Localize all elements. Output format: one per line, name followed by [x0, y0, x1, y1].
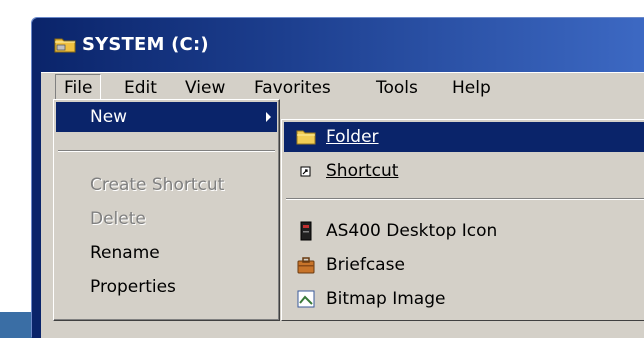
briefcase-icon [297, 257, 315, 274]
submenu-item-shortcut[interactable]: Shortcut [284, 156, 644, 186]
menu-file[interactable]: File [55, 74, 102, 102]
submenu-item-briefcase[interactable]: Briefcase [284, 250, 644, 280]
submenu-item-as400[interactable]: AS400 Desktop Icon [284, 216, 644, 246]
folder-icon [54, 38, 76, 53]
submenu-item-bitmap-label: Bitmap Image [326, 289, 446, 309]
menu-item-delete[interactable]: Delete [56, 204, 277, 234]
bitmap-image-icon [297, 290, 315, 308]
menu-tools[interactable]: Tools [368, 75, 426, 101]
menu-item-rename[interactable]: Rename [56, 238, 277, 268]
menu-item-new-label: New [90, 107, 128, 127]
submenu-separator [286, 198, 644, 200]
submenu-item-as400-label: AS400 Desktop Icon [326, 221, 498, 241]
menu-item-properties-label: Properties [90, 277, 176, 297]
submenu-arrow-icon [266, 112, 271, 122]
menu-view[interactable]: View [177, 75, 233, 101]
submenu-item-bitmap[interactable]: Bitmap Image [284, 284, 644, 314]
menu-item-delete-label: Delete [90, 209, 146, 229]
menu-item-create-shortcut[interactable]: Create Shortcut [56, 170, 277, 200]
title-bar[interactable]: SYSTEM (C:) [32, 18, 644, 72]
as400-terminal-icon [300, 221, 312, 241]
new-submenu: Folder Shortcut AS400 Desktop Icon Brief… [281, 119, 644, 321]
menu-item-new[interactable]: New [56, 102, 277, 132]
menu-item-create-shortcut-label: Create Shortcut [90, 175, 225, 195]
submenu-item-shortcut-label: Shortcut [326, 161, 399, 181]
submenu-item-briefcase-label: Briefcase [326, 255, 405, 275]
menu-favorites[interactable]: Favorites [246, 75, 339, 101]
menu-item-properties[interactable]: Properties [56, 272, 277, 302]
submenu-item-folder[interactable]: Folder [284, 122, 644, 152]
shortcut-icon [300, 166, 311, 177]
window-title: SYSTEM (C:) [82, 34, 209, 55]
file-menu-dropdown: New Create Shortcut Delete Rename Proper… [53, 99, 280, 321]
menu-separator [58, 150, 275, 152]
menu-help[interactable]: Help [444, 75, 499, 101]
folder-icon [296, 130, 316, 145]
menu-edit[interactable]: Edit [116, 75, 165, 101]
submenu-item-folder-label: Folder [326, 127, 379, 147]
menu-item-rename-label: Rename [90, 243, 160, 263]
